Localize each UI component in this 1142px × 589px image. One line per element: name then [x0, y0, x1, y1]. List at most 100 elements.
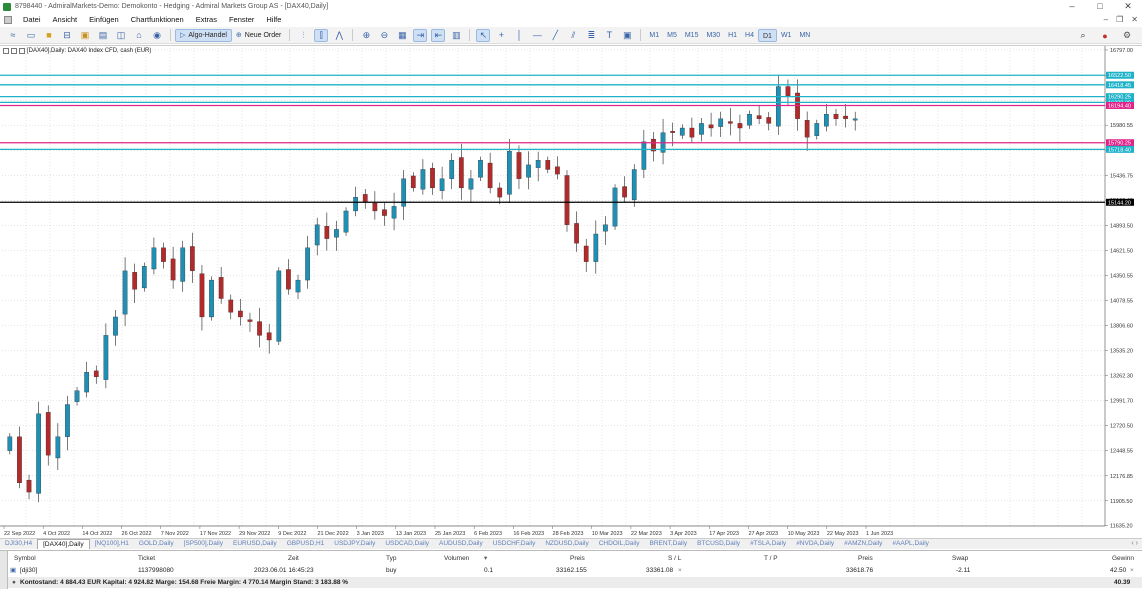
maximize-icon[interactable]: □: [1086, 0, 1114, 13]
market-watch-icon[interactable]: ■: [42, 29, 56, 42]
indicators-icon[interactable]: ▥: [449, 29, 463, 42]
menu-fenster[interactable]: Fenster: [223, 13, 260, 26]
zoom-in-icon[interactable]: ⊕: [359, 29, 373, 42]
cursor-icon[interactable]: ↖: [476, 28, 491, 42]
price-level-label: 16418.45: [1108, 83, 1131, 89]
settings-icon[interactable]: ⚙: [1120, 29, 1134, 42]
symbol-tab[interactable]: #AAPL,Daily: [887, 539, 934, 549]
col-price-current[interactable]: Preis: [858, 553, 873, 564]
chart-window-icon[interactable]: [4, 15, 12, 24]
grid-icon[interactable]: ▦: [395, 29, 409, 42]
data-window-icon[interactable]: ⊟: [60, 29, 74, 42]
navigator-icon[interactable]: ▣: [78, 29, 92, 42]
menu-ansicht[interactable]: Ansicht: [47, 13, 84, 26]
tab-scroll-arrows-icon[interactable]: ‹ ›: [1131, 539, 1138, 549]
vertical-line-icon[interactable]: │: [512, 29, 526, 42]
new-chart-icon[interactable]: ≈: [6, 29, 20, 42]
timeframe-w1[interactable]: W1: [777, 29, 796, 42]
bar-chart-icon[interactable]: ⫶: [296, 29, 310, 42]
timeframe-m30[interactable]: M30: [702, 29, 724, 42]
candle-body: [679, 127, 685, 136]
profiles-icon[interactable]: ▭: [24, 29, 38, 42]
search-icon[interactable]: ⌕: [1076, 29, 1090, 42]
channel-icon[interactable]: ⫽: [566, 29, 580, 42]
close-icon[interactable]: ✕: [1114, 0, 1142, 13]
algo-trading-button[interactable]: ▷ Algo-Handel: [175, 28, 232, 42]
col-profit[interactable]: Gewinn: [1112, 553, 1134, 564]
col-sl[interactable]: S / L: [668, 553, 681, 564]
col-swap[interactable]: Swap: [952, 553, 968, 564]
terminal-icon[interactable]: ▤: [96, 29, 110, 42]
chart-minimize-icon[interactable]: –: [1104, 13, 1108, 26]
symbol-tab[interactable]: GBPUSD,H1: [282, 539, 330, 549]
chart-shift-icon[interactable]: ⇤: [431, 28, 446, 42]
symbol-tab[interactable]: USDCAD,Daily: [380, 539, 434, 549]
symbol-tab[interactable]: #AMZN,Daily: [839, 539, 887, 549]
line-chart-icon[interactable]: ⋀: [332, 29, 346, 42]
sl-close-icon[interactable]: ×: [678, 565, 682, 576]
timeframe-m1[interactable]: M1: [645, 29, 663, 42]
price-level-label: 15144.20: [1108, 200, 1131, 206]
symbol-tab[interactable]: [SP500],Daily: [179, 539, 228, 549]
fibonacci-icon[interactable]: ≣: [584, 29, 598, 42]
symbol-tab[interactable]: USDCHF,Daily: [488, 539, 541, 549]
timeframe-m15[interactable]: M15: [681, 29, 703, 42]
minimize-icon[interactable]: –: [1058, 0, 1086, 13]
table-row[interactable]: ▣ [dji30] 1137998080 2023.06.01 16:45:23…: [8, 565, 1142, 576]
chart-window[interactable]: [DAX40],Daily: DAX40 Index CFD, cash (EU…: [0, 45, 1142, 537]
col-ticket[interactable]: Ticket: [138, 553, 155, 564]
horizontal-line-icon[interactable]: —: [530, 29, 544, 42]
symbol-tab[interactable]: BTCUSD,Daily: [692, 539, 745, 549]
symbol-tab[interactable]: DJI30,H4: [0, 539, 37, 549]
menu-chartfunktionen[interactable]: Chartfunktionen: [125, 13, 190, 26]
tester-icon[interactable]: ⌂: [132, 29, 146, 42]
symbol-tab[interactable]: #TSLA,Daily: [745, 539, 791, 549]
autoscroll-icon[interactable]: ⇥: [413, 28, 428, 42]
shapes-icon[interactable]: ▣: [620, 29, 634, 42]
col-symbol[interactable]: Symbol: [14, 553, 36, 564]
zoom-out-icon[interactable]: ⊖: [377, 29, 391, 42]
terminal-sidebar[interactable]: [0, 551, 8, 589]
one-click-icon[interactable]: [3, 48, 9, 54]
text-icon[interactable]: T: [602, 29, 616, 42]
trendline-icon[interactable]: ╱: [548, 29, 562, 42]
symbol-tab[interactable]: EURUSD,Daily: [228, 539, 282, 549]
strategy-tester-icon[interactable]: ◫: [114, 29, 128, 42]
chart-close-icon[interactable]: ✕: [1131, 13, 1138, 26]
timeframe-m5[interactable]: M5: [663, 29, 681, 42]
timeframe-h1[interactable]: H1: [724, 29, 741, 42]
candle-body: [276, 270, 282, 342]
symbol-tab[interactable]: USDJPY,Daily: [329, 539, 380, 549]
crosshair-icon[interactable]: +: [494, 29, 508, 42]
symbol-tab[interactable]: GOLD,Daily: [134, 539, 179, 549]
candlestick-icon[interactable]: ⫿: [314, 28, 329, 42]
menu-extras[interactable]: Extras: [190, 13, 223, 26]
timeframe-d1[interactable]: D1: [758, 28, 777, 42]
col-volume[interactable]: Volumen: [444, 553, 469, 564]
menu-hilfe[interactable]: Hilfe: [260, 13, 287, 26]
chart-restore-icon[interactable]: ❐: [1116, 13, 1123, 26]
menu-datei[interactable]: Datei: [17, 13, 47, 26]
symbol-tab[interactable]: #NVDA,Daily: [791, 539, 839, 549]
timeframe-mn[interactable]: MN: [795, 29, 814, 42]
chart-menu-icon[interactable]: [19, 48, 25, 54]
col-price[interactable]: Preis: [570, 553, 585, 564]
trade-panel-icon[interactable]: [11, 48, 17, 54]
symbol-tab[interactable]: CHDOIL,Daily: [594, 539, 645, 549]
timeframe-h4[interactable]: H4: [741, 29, 758, 42]
new-order-button[interactable]: ⊕ Neue Order: [232, 29, 285, 42]
price-chart[interactable]: 16797.0016522.5016250.7015980.5515708.65…: [0, 46, 1142, 538]
close-position-icon[interactable]: ×: [1130, 565, 1134, 576]
time-tick-label: 26 Oct 2022: [122, 531, 152, 537]
notifications-icon[interactable]: ●: [1098, 29, 1112, 42]
symbol-tab[interactable]: AUDUSD,Daily: [434, 539, 488, 549]
symbol-tab[interactable]: BRENT,Daily: [645, 539, 693, 549]
col-time[interactable]: Zeit: [288, 553, 299, 564]
globe-icon[interactable]: ◉: [150, 29, 164, 42]
symbol-tab[interactable]: [NQ100],H1: [90, 539, 134, 549]
menu-einfuegen[interactable]: Einfügen: [83, 13, 125, 26]
symbol-tab[interactable]: NZDUSD,Daily: [540, 539, 593, 549]
col-tp[interactable]: T / P: [764, 553, 778, 564]
col-type[interactable]: Typ: [386, 553, 396, 564]
symbol-tab[interactable]: [DAX40],Daily: [37, 539, 90, 549]
